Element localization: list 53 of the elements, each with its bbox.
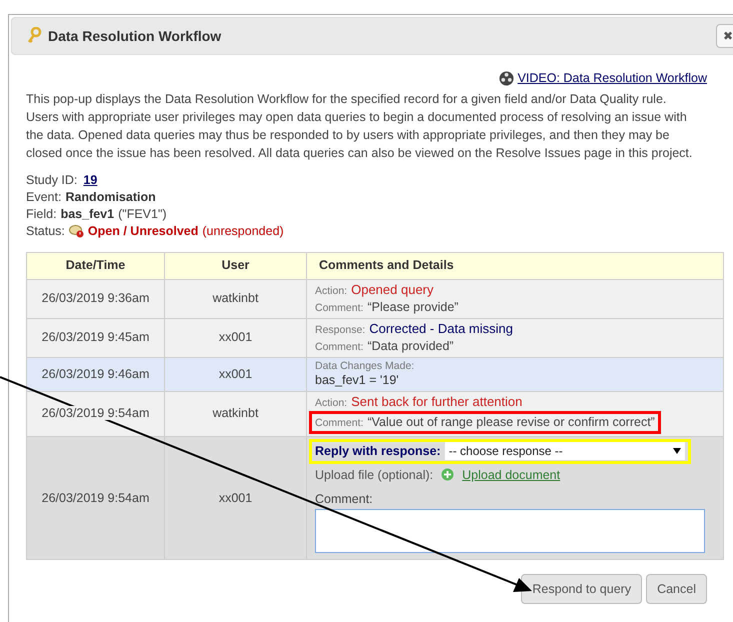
detail-value: Opened query: [351, 282, 434, 298]
user-text: xx001: [216, 366, 254, 381]
detail-label: Comment:: [315, 340, 364, 355]
date-text: 26/03/2019 9:45am: [40, 330, 152, 344]
user-text: watkinbt: [210, 291, 260, 306]
description-text: This pop-up displays the Data Resolution Workflow for the specified record for a given field and/or Data Quality rule. Users with appropriate user privileges may open data queries to begin a documented process of resolving an issue with the data. Opened data queries may thus be responded to by users with appropriate privileges, and then they may be closed once the issue has been resolved. All data queries can also be viewed on the Resolve Issues page in this project.: [26, 90, 694, 162]
detail-value: Corrected - Data missing: [369, 320, 513, 337]
speech-bubble-icon: [68, 224, 84, 238]
field-label: Study ID:: [26, 172, 78, 189]
column-header: Comments and Details: [306, 252, 724, 280]
video-link[interactable]: VIDEO: Data Resolution Workflow: [518, 69, 707, 88]
plus-icon: [441, 468, 454, 482]
close-button[interactable]: ✖: [716, 24, 733, 48]
detail-label: Data Changes Made:: [315, 360, 416, 374]
dialog-button[interactable]: Respond to query: [521, 574, 642, 604]
film-reel-icon: [498, 70, 514, 86]
upload-link[interactable]: Upload document: [462, 466, 560, 484]
study-id-link[interactable]: 19: [83, 172, 98, 189]
field-note: ("FEV1"): [118, 206, 167, 223]
user-text: xx001: [216, 490, 254, 504]
key-icon: [26, 27, 42, 45]
detail-label: Action:: [315, 284, 348, 299]
comment-text: “Please provide”: [367, 298, 458, 315]
caret-icon: [672, 448, 681, 454]
column-header: User: [164, 252, 306, 280]
comment-field[interactable]: [315, 509, 705, 553]
detail-label: Comment:: [315, 300, 364, 316]
comment-text: “Data provided”: [367, 338, 454, 354]
reply-label: Reply with response:: [315, 442, 441, 460]
user-text: watkinbt: [210, 406, 260, 420]
dialog-button[interactable]: Cancel: [646, 574, 707, 604]
status-note: (unresponded): [202, 222, 284, 240]
detail-label: Action:: [315, 396, 348, 411]
date-text: 26/03/2019 9:54am: [40, 406, 152, 420]
upload-label: Upload file (optional):: [315, 466, 434, 484]
column-header: Date/Time: [26, 252, 164, 280]
date-text: 26/03/2019 9:46am: [40, 366, 152, 381]
field-label: Status:: [26, 222, 65, 240]
window-title: Data Resolution Workflow: [48, 26, 222, 46]
field-value: bas_fev1: [60, 206, 114, 223]
changes-text: bas_fev1 = '19': [315, 373, 400, 388]
date-text: 26/03/2019 9:54am: [40, 490, 152, 504]
status-value: Open / Unresolved: [88, 222, 198, 240]
field-label: Field:: [26, 206, 57, 223]
comment-label: Comment:: [315, 491, 374, 508]
detail-value: Sent back for further attention: [351, 394, 522, 410]
detail-label: Response:: [315, 322, 366, 338]
comment-text: “Value out of range please revise or confirm correct”: [367, 414, 655, 430]
field-label: Event:: [26, 188, 62, 206]
user-text: xx001: [216, 330, 254, 344]
detail-label: Comment:: [315, 416, 364, 431]
event-value: Randomisation: [65, 188, 156, 206]
date-text: 26/03/2019 9:36am: [40, 291, 152, 306]
